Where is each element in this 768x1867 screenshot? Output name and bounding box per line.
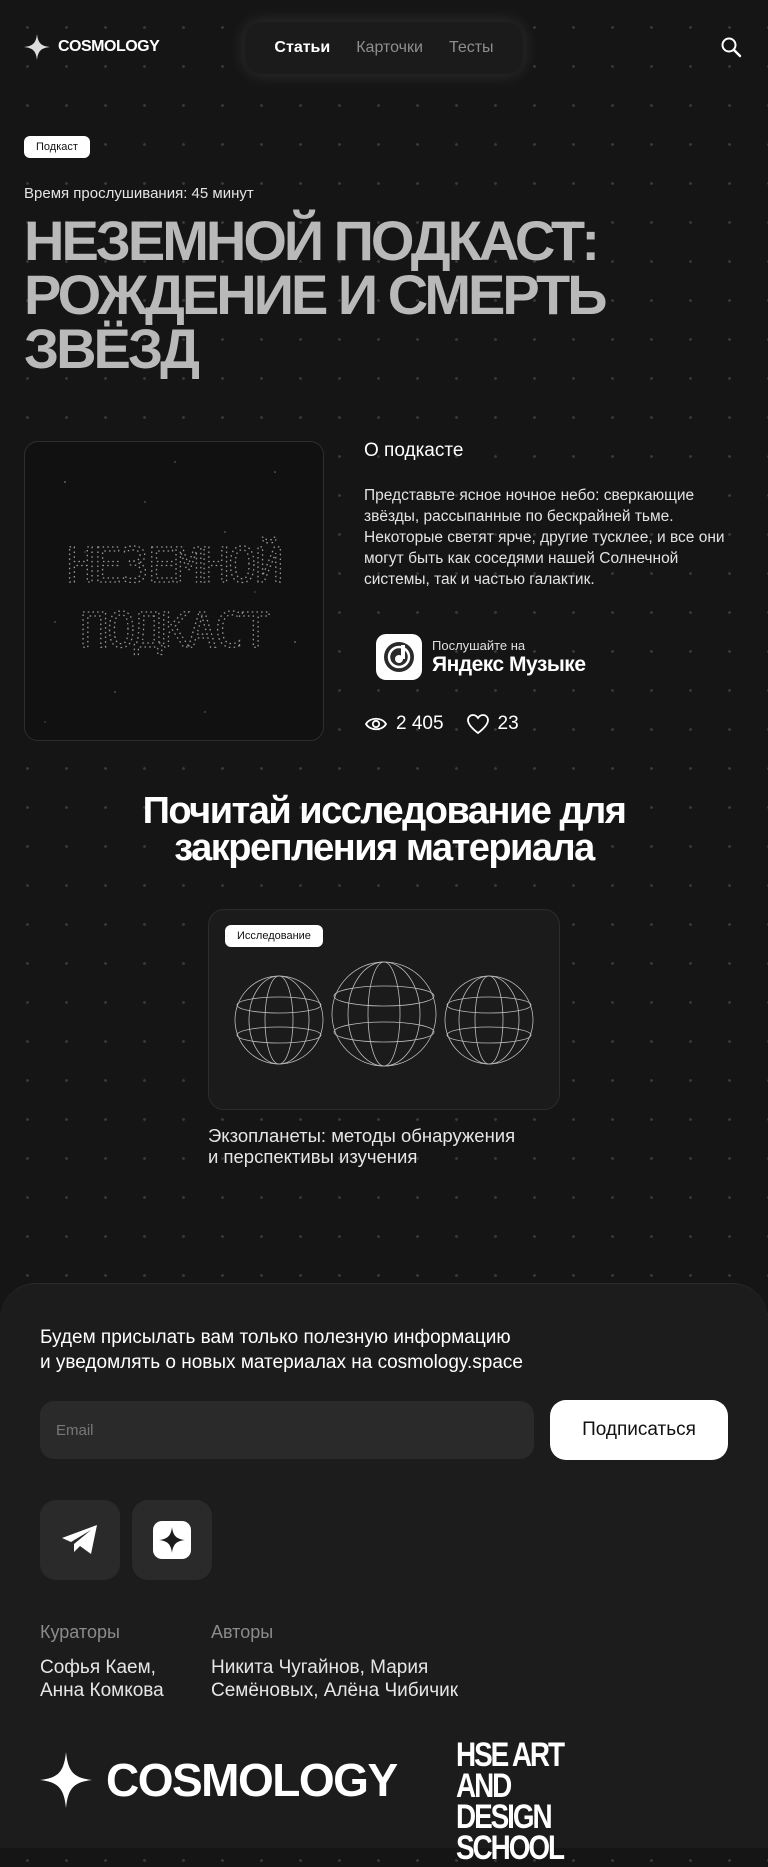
yandex-small-label: Послушайте на — [432, 637, 526, 653]
title-line: рождение и смерть — [24, 263, 607, 326]
research-heading-line: закрепления материала — [174, 827, 595, 869]
yandex-music-icon — [376, 634, 422, 680]
listen-time: Время прослушивания: 45 минут — [24, 185, 254, 202]
cosmology-button[interactable] — [132, 1500, 212, 1580]
footer-logo[interactable]: COSMOLOGY — [40, 1752, 398, 1808]
eye-icon — [364, 717, 388, 731]
page-title: Неземной подкаст: рождение и смерть звёз… — [24, 209, 744, 380]
stats: 2 405 23 — [364, 713, 519, 735]
hse-school-logo[interactable]: HSE ART AND DESIGN SCHOOL — [456, 1736, 604, 1867]
heart-icon[interactable] — [466, 713, 490, 735]
hse-line: DESIGN SCHOOL — [456, 1798, 565, 1867]
podcast-cover: НЕЗЕМНОЙ ПОДКАСТ — [24, 441, 324, 741]
title-line: звёзд — [24, 317, 200, 380]
yandex-music-label: Послушайте на Яндекс Музыке — [432, 638, 586, 677]
research-tag: Исследование — [225, 925, 323, 947]
research-title-line: Экзопланеты: методы обнаружения — [208, 1125, 516, 1146]
authors-label: Авторы — [211, 1622, 274, 1642]
yandex-big-label: Яндекс Музыке — [432, 652, 586, 676]
logo-text: COSMOLOGY — [58, 38, 160, 55]
nav-item-cards[interactable]: Карточки — [356, 39, 423, 57]
research-title-line: и перспективы изучения — [208, 1146, 418, 1167]
about-text: Представьте ясное ночное небо: сверкающи… — [364, 487, 725, 588]
cover-line-2: ПОДКАСТ — [80, 603, 269, 659]
research-title[interactable]: Экзопланеты: методы обнаружения и перспе… — [208, 1125, 568, 1167]
cosmology-app-icon — [153, 1521, 191, 1559]
telegram-button[interactable] — [40, 1500, 120, 1580]
title-line: Неземной подкаст: — [24, 209, 600, 272]
likes-count: 23 — [497, 713, 519, 734]
cover-art: НЕЗЕМНОЙ ПОДКАСТ — [44, 461, 296, 723]
newsletter-line: Будем присылать вам только полезную инфо… — [40, 1327, 511, 1348]
cover-line-1: НЕЗЕМНОЙ — [66, 537, 281, 594]
logo[interactable]: COSMOLOGY — [24, 34, 160, 60]
about-heading: О подкасте — [364, 440, 464, 461]
authors-names: Никита Чугайнов, Мария Семёновых, Алёна … — [211, 1657, 459, 1701]
nav-item-articles[interactable]: Статьи — [274, 39, 330, 57]
curators-label: Кураторы — [40, 1622, 120, 1642]
sparkle-icon — [24, 34, 50, 60]
sparkle-icon — [159, 1527, 185, 1553]
research-heading-line: Почитай исследование для — [142, 790, 627, 832]
email-field[interactable] — [40, 1401, 534, 1459]
newsletter-line: и уведомлять о новых материалах на cosmo… — [40, 1352, 523, 1373]
footer-logo-text: COSMOLOGY — [106, 1754, 398, 1806]
hse-line: HSE ART AND — [456, 1736, 565, 1805]
curators-names: Софья Каем, Анна Комкова — [40, 1657, 164, 1701]
telegram-icon — [62, 1525, 97, 1554]
newsletter-text: Будем присылать вам только полезную инфо… — [40, 1325, 640, 1375]
sparkle-icon — [40, 1752, 92, 1808]
views-count: 2 405 — [396, 713, 444, 734]
yandex-music-link[interactable]: Послушайте на Яндекс Музыке — [376, 634, 586, 680]
main-nav: Статьи Карточки Тесты — [245, 22, 523, 74]
research-heading: Почитай исследование для закрепления мат… — [84, 790, 684, 869]
subscribe-button[interactable]: Подписаться — [550, 1400, 728, 1460]
nav-item-tests[interactable]: Тесты — [449, 39, 494, 57]
podcast-tag: Подкаст — [24, 136, 90, 158]
search-icon[interactable] — [720, 36, 742, 58]
